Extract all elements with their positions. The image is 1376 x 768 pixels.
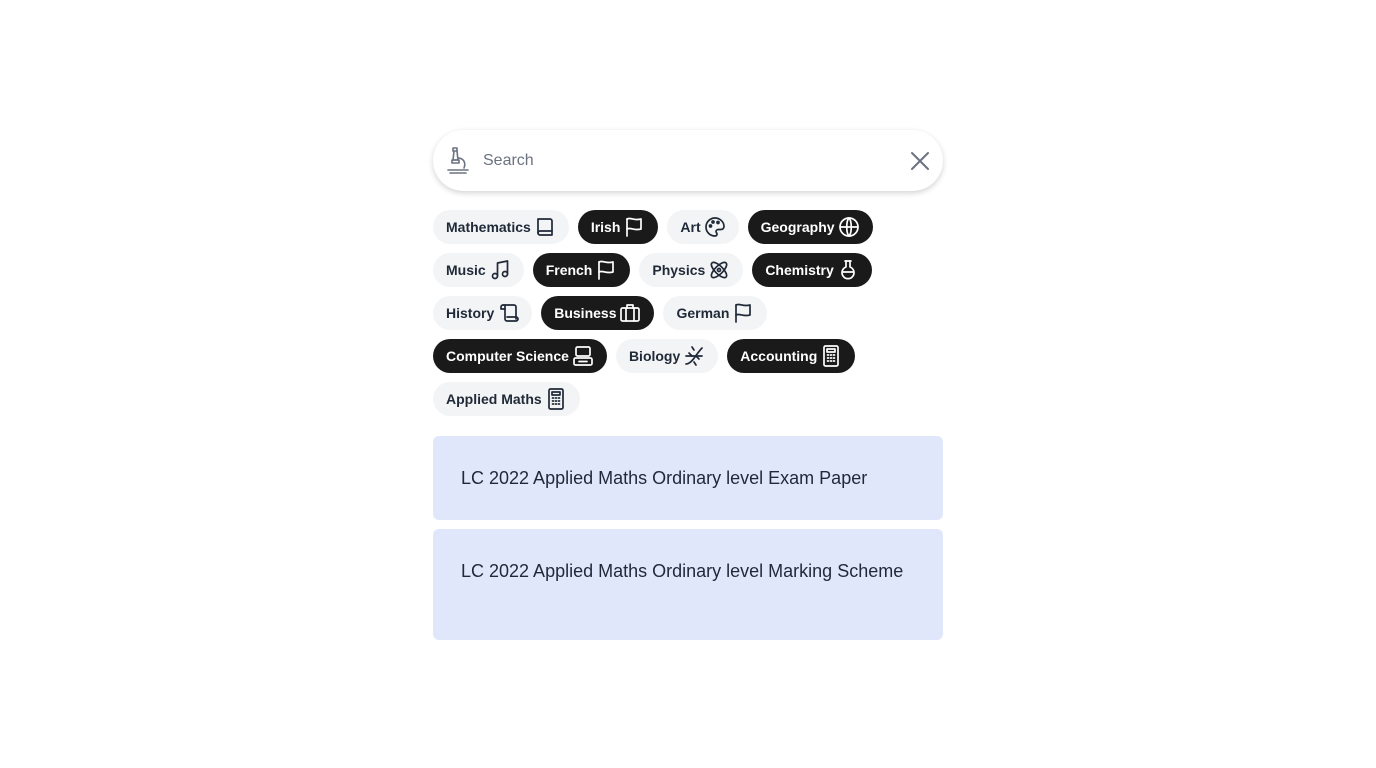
chip-label: Biology	[628, 348, 681, 364]
atom-icon	[707, 258, 731, 282]
briefcase-icon	[618, 301, 642, 325]
palette-icon	[703, 215, 727, 239]
result-title: LC 2022 Applied Maths Ordinary level Exa…	[461, 468, 868, 488]
chip-music[interactable]: Music	[433, 253, 524, 287]
search-panel: Mathematics Irish Art Geography Music	[433, 130, 943, 649]
close-icon[interactable]	[907, 148, 933, 174]
microscope-icon	[445, 146, 471, 174]
chip-label: Irish	[590, 219, 621, 235]
flag-icon	[594, 258, 618, 282]
chip-label: Music	[446, 262, 486, 278]
search-input[interactable]	[483, 144, 883, 178]
search-bar	[433, 130, 943, 191]
chip-label: Accounting	[740, 348, 818, 364]
chip-german[interactable]: German	[663, 296, 768, 330]
chip-label: Chemistry	[765, 262, 834, 278]
chip-irish[interactable]: Irish	[577, 210, 659, 244]
chip-label: Geography	[760, 219, 835, 235]
chip-row: History Business German	[433, 296, 943, 330]
chip-history[interactable]: History	[433, 296, 533, 330]
subject-filter-list: Mathematics Irish Art Geography Music Fr…	[433, 210, 943, 416]
chip-mathematics[interactable]: Mathematics	[433, 210, 569, 244]
flag-icon	[731, 301, 755, 325]
results-list: LC 2022 Applied Maths Ordinary level Exa…	[433, 436, 943, 640]
chip-art[interactable]: Art	[667, 210, 739, 244]
flask-icon	[836, 258, 860, 282]
result-card[interactable]: LC 2022 Applied Maths Ordinary level Mar…	[433, 529, 943, 640]
chip-label: Art	[680, 219, 701, 235]
result-card[interactable]: LC 2022 Applied Maths Ordinary level Exa…	[433, 436, 943, 520]
chip-french[interactable]: French	[532, 253, 631, 287]
chip-row: Computer Science Biology Accounting	[433, 339, 943, 373]
chip-label: French	[545, 262, 593, 278]
chip-row: Music French Physics Chemistry	[433, 253, 943, 287]
chip-geography[interactable]: Geography	[747, 210, 873, 244]
scroll-icon	[496, 301, 520, 325]
chip-computer-science[interactable]: Computer Science	[433, 339, 607, 373]
chip-chemistry[interactable]: Chemistry	[752, 253, 872, 287]
chip-physics[interactable]: Physics	[639, 253, 744, 287]
music-note-icon	[488, 258, 512, 282]
chip-biology[interactable]: Biology	[615, 339, 719, 373]
globe-icon	[837, 215, 861, 239]
flag-icon	[622, 215, 646, 239]
chip-row: Mathematics Irish Art Geography	[433, 210, 943, 244]
calculator-icon	[819, 344, 843, 368]
book-icon	[533, 215, 557, 239]
chip-applied-maths[interactable]: Applied Maths	[433, 382, 580, 416]
computer-icon	[571, 344, 595, 368]
chip-row: Applied Maths	[433, 382, 943, 416]
chip-label: History	[446, 305, 495, 321]
chip-label: Applied Maths	[446, 391, 542, 407]
chip-label: Computer Science	[446, 348, 569, 364]
chip-label: Physics	[652, 262, 706, 278]
chip-label: Business	[554, 305, 617, 321]
chip-business[interactable]: Business	[541, 296, 655, 330]
chip-label: German	[676, 305, 730, 321]
chip-label: Mathematics	[446, 219, 531, 235]
calculator-icon	[544, 387, 568, 411]
dna-icon	[682, 344, 706, 368]
result-title: LC 2022 Applied Maths Ordinary level Mar…	[461, 561, 904, 581]
chip-accounting[interactable]: Accounting	[727, 339, 856, 373]
